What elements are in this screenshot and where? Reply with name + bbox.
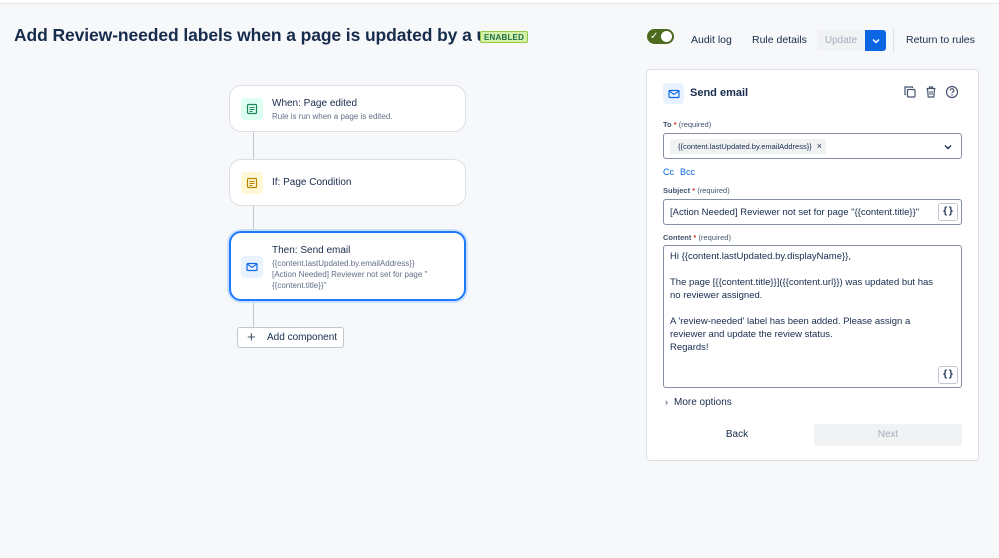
help-icon[interactable]	[945, 85, 959, 99]
condition-title: If: Page Condition	[272, 177, 352, 188]
to-label: To * (required)	[663, 120, 712, 129]
subject-input[interactable]: [Action Needed] Reviewer not set for pag…	[663, 199, 962, 225]
page-header: Add Review-needed labels when a page is …	[0, 4, 999, 64]
send-email-panel: Send email To * (required) {{content.las…	[646, 69, 979, 461]
status-badge: ENABLED	[480, 31, 529, 43]
close-icon[interactable]: ×	[817, 141, 822, 151]
smart-value-button[interactable]: {}	[938, 203, 958, 221]
toggle-knob	[661, 31, 672, 42]
trigger-card[interactable]: When: Page edited Rule is run when a pag…	[229, 85, 466, 132]
action-detail-line: [Action Needed] Reviewer not set for pag…	[272, 270, 428, 279]
check-icon: ✓	[650, 31, 659, 42]
add-component-button[interactable]: + Add component	[237, 327, 344, 348]
action-detail-line: {{content.lastUpdated.by.emailAddress}}	[272, 259, 415, 268]
content-textarea[interactable]: Hi {{content.lastUpdated.by.displayName}…	[663, 245, 962, 388]
duplicate-icon[interactable]	[903, 85, 917, 99]
smart-value-button[interactable]: {}	[938, 366, 958, 384]
recipient-chip-label: {{content.lastUpdated.by.emailAddress}}	[678, 142, 812, 151]
update-options-button[interactable]	[865, 30, 886, 51]
header-divider	[893, 29, 894, 53]
content-line: A 'review-needed' label has been added. …	[670, 316, 911, 327]
audit-log-button[interactable]: Audit log	[691, 34, 732, 46]
update-button[interactable]: Update	[817, 30, 865, 51]
trigger-subtitle: Rule is run when a page is edited.	[272, 112, 393, 121]
back-button[interactable]: Back	[663, 424, 811, 446]
chevron-down-icon	[871, 38, 880, 44]
more-options-label: More options	[674, 397, 732, 408]
to-field[interactable]: {{content.lastUpdated.by.emailAddress}} ×	[663, 133, 962, 159]
condition-card[interactable]: If: Page Condition	[229, 159, 466, 206]
rule-enabled-toggle[interactable]: ✓	[647, 29, 674, 44]
more-options-toggle[interactable]: › More options	[665, 397, 732, 408]
page-title: Add Review-needed labels when a page is …	[14, 25, 514, 45]
condition-doc-icon	[241, 172, 263, 194]
cc-link[interactable]: Cc	[663, 167, 674, 177]
email-icon	[241, 256, 263, 278]
flow-connector	[253, 132, 254, 159]
content-line: The page [{{content.title}}]({{content.u…	[670, 277, 934, 288]
chevron-down-icon[interactable]	[943, 142, 953, 152]
content-line: Hi {{content.lastUpdated.by.displayName}…	[670, 251, 851, 262]
content-label: Content * (required)	[663, 233, 731, 242]
next-button[interactable]: Next	[814, 424, 962, 446]
rule-details-button[interactable]: Rule details	[752, 34, 807, 46]
content-line: no reviewer assigned.	[670, 290, 763, 301]
page-edit-icon	[241, 98, 263, 120]
action-title: Then: Send email	[272, 245, 351, 256]
action-card[interactable]: Then: Send email {{content.lastUpdated.b…	[229, 231, 466, 301]
flow-connector	[253, 301, 254, 327]
email-icon	[663, 83, 684, 104]
trigger-title: When: Page edited	[272, 98, 358, 109]
content-line: reviewer and update the review status.	[670, 329, 833, 340]
recipient-chip: {{content.lastUpdated.by.emailAddress}} ×	[670, 139, 826, 154]
chevron-right-icon: ›	[665, 397, 668, 407]
content-line: Regards!	[670, 342, 709, 353]
bcc-link[interactable]: Bcc	[680, 167, 695, 177]
trash-icon[interactable]	[924, 85, 938, 99]
add-component-label: Add component	[267, 332, 338, 343]
subject-label: Subject * (required)	[663, 186, 730, 195]
return-to-rules-button[interactable]: Return to rules	[906, 34, 975, 46]
flow-connector	[253, 206, 254, 231]
plus-icon: +	[247, 328, 256, 346]
subject-value: [Action Needed] Reviewer not set for pag…	[670, 207, 920, 218]
panel-title: Send email	[690, 87, 749, 99]
action-detail-line: {{content.title}}"	[272, 281, 327, 290]
